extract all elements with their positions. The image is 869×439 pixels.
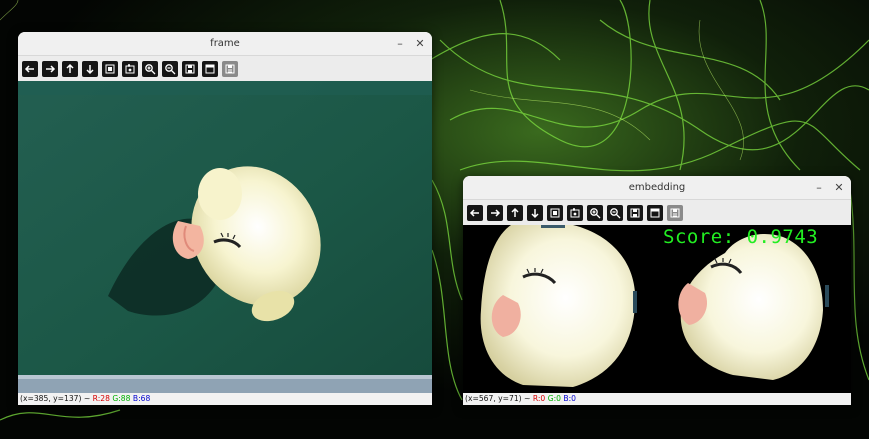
save-button[interactable]: [182, 60, 198, 77]
frame-image-canvas[interactable]: [18, 81, 432, 393]
zoom-out-icon: [610, 207, 621, 218]
save-icon: [630, 208, 640, 217]
arrow-down-icon: [531, 208, 539, 218]
zoom-in-button[interactable]: [142, 60, 158, 77]
arrow-up-icon: [511, 207, 519, 217]
save-icon: [185, 64, 195, 73]
zoom-in-icon: [590, 207, 601, 218]
zoom-out-button[interactable]: [162, 60, 178, 77]
zoom-fit-icon: [105, 64, 115, 73]
zoom-out-icon: [165, 63, 176, 74]
arrow-up-icon: [66, 63, 74, 73]
embedding-image: [463, 225, 851, 393]
frame-pixel-g: G:88: [112, 394, 131, 403]
pan-left-button[interactable]: [22, 60, 38, 77]
zoom-fit-icon: [550, 208, 560, 217]
frame-window-title: frame: [210, 38, 240, 49]
pan-up-button[interactable]: [507, 204, 523, 221]
zoom-in-icon: [145, 63, 156, 74]
properties-button[interactable]: [647, 204, 663, 221]
expanded-panel-icon: [225, 64, 235, 73]
embedding-pixel-b: B:0: [563, 394, 576, 403]
close-button[interactable]: ✕: [831, 179, 847, 195]
zoom-region-icon: [125, 63, 135, 73]
properties-button[interactable]: [202, 60, 218, 77]
zoom-region-button[interactable]: [122, 60, 138, 77]
zoom-in-button[interactable]: [587, 204, 603, 221]
arrow-left-icon: [469, 208, 479, 217]
expanded-panel-button[interactable]: [667, 204, 683, 221]
pan-down-button[interactable]: [527, 204, 543, 221]
expanded-panel-button[interactable]: [222, 60, 238, 77]
frame-titlebar[interactable]: frame – ✕: [18, 32, 432, 56]
similarity-score-label: Score: 0.9743: [663, 226, 819, 248]
save-button[interactable]: [627, 204, 643, 221]
embedding-statusbar: (x=567, y=71) ~ R:0 G:0 B:0: [463, 393, 851, 405]
minimize-button[interactable]: –: [811, 179, 827, 195]
pan-right-button[interactable]: [487, 204, 503, 221]
arrow-right-icon: [46, 64, 56, 73]
expanded-panel-icon: [670, 208, 680, 217]
embedding-image-canvas[interactable]: Score: 0.9743: [463, 225, 851, 393]
zoom-region-icon: [570, 207, 580, 217]
arrow-left-icon: [24, 64, 34, 73]
frame-toolbar: [18, 56, 432, 81]
zoom-out-button[interactable]: [607, 204, 623, 221]
close-button[interactable]: ✕: [412, 35, 428, 51]
embedding-titlebar[interactable]: embedding – ✕: [463, 176, 851, 200]
minimize-button[interactable]: –: [392, 35, 408, 51]
properties-icon: [205, 64, 215, 73]
pan-up-button[interactable]: [62, 60, 78, 77]
pan-left-button[interactable]: [467, 204, 483, 221]
embedding-window-title: embedding: [628, 182, 686, 193]
frame-pixel-r: R:28: [92, 394, 110, 403]
arrow-right-icon: [491, 208, 501, 217]
embedding-toolbar: [463, 200, 851, 225]
embedding-cursor-coords: (x=567, y=71) ~: [465, 394, 531, 403]
zoom-fit-button[interactable]: [547, 204, 563, 221]
zoom-region-button[interactable]: [567, 204, 583, 221]
frame-window: frame – ✕ (x=385, y=137) ~ R:28 G:88 B:6…: [18, 32, 432, 405]
properties-icon: [650, 208, 660, 217]
frame-pixel-b: B:68: [132, 394, 151, 403]
embedding-pixel-g: G:0: [547, 394, 561, 403]
frame-camera-image: [18, 81, 432, 393]
frame-statusbar: (x=385, y=137) ~ R:28 G:88 B:68: [18, 393, 432, 405]
pan-down-button[interactable]: [82, 60, 98, 77]
embedding-window: embedding – ✕ Score: 0.9743 (x=567, y=71…: [463, 176, 851, 405]
arrow-down-icon: [86, 64, 94, 74]
pan-right-button[interactable]: [42, 60, 58, 77]
frame-cursor-coords: (x=385, y=137) ~: [20, 394, 91, 403]
zoom-fit-button[interactable]: [102, 60, 118, 77]
embedding-pixel-r: R:0: [532, 394, 546, 403]
